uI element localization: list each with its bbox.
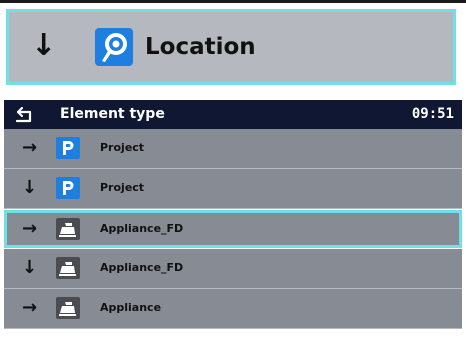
list-item[interactable]: → Project [4, 129, 462, 169]
element-type-bar: Element type 09:51 [4, 100, 462, 129]
element-name: Appliance_FD [100, 222, 184, 235]
element-name: Project [100, 181, 145, 194]
down-arrow-icon: ↓ [22, 257, 38, 278]
list-item[interactable]: ↓ Appliance_FD [4, 249, 462, 289]
appliance-icon [56, 257, 80, 279]
element-name: Appliance_FD [100, 261, 184, 274]
down-arrow-icon: ↓ [31, 28, 57, 63]
element-name: Appliance [100, 301, 162, 314]
element-type-list: → Project ↓ Project → Appliance_FD ↓ App… [4, 129, 462, 329]
appliance-icon [56, 218, 80, 240]
list-item-selected[interactable]: → Appliance_FD [4, 210, 462, 248]
project-icon [56, 177, 80, 199]
right-arrow-icon: → [22, 297, 38, 318]
down-arrow-icon: ↓ [22, 177, 38, 198]
right-arrow-icon: → [22, 218, 38, 239]
project-icon [56, 137, 80, 159]
right-arrow-icon: → [22, 137, 38, 158]
element-name: Project [100, 141, 145, 154]
list-item[interactable]: → Appliance [4, 289, 462, 329]
page-title: Location [145, 34, 256, 60]
location-header[interactable]: ↓ Location [6, 9, 456, 85]
list-item[interactable]: ↓ Project [4, 169, 462, 209]
top-divider [0, 0, 466, 3]
location-icon [95, 28, 133, 66]
appliance-icon [56, 297, 80, 319]
bar-title: Element type [60, 106, 165, 122]
back-arrow-icon[interactable] [14, 104, 36, 124]
clock-time: 09:51 [411, 106, 454, 122]
